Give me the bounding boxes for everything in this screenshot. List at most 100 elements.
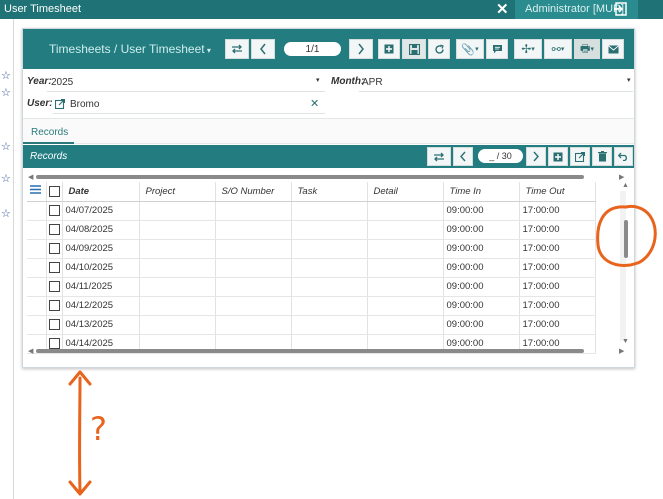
select-all-checkbox[interactable] — [48, 185, 60, 197]
cell-detail[interactable] — [367, 201, 444, 221]
table-row[interactable]: 04/11/2025 09:00:00 17:00:00 — [27, 277, 596, 297]
cell-task[interactable] — [291, 277, 368, 297]
cell-time-out[interactable]: 17:00:00 — [519, 239, 596, 259]
records-prev-button[interactable] — [453, 147, 473, 166]
row-select-cell[interactable] — [46, 277, 63, 297]
cell-date[interactable]: 04/07/2025 — [62, 201, 140, 221]
row-select-cell[interactable] — [46, 201, 63, 221]
cell-task[interactable] — [291, 201, 368, 221]
row-checkbox[interactable] — [48, 299, 60, 311]
clear-icon[interactable]: ✕ — [310, 97, 319, 110]
select-all-cell[interactable] — [46, 182, 63, 202]
star-icon[interactable]: ☆ — [1, 140, 11, 153]
column-header-task[interactable]: Task — [291, 182, 368, 202]
row-checkbox[interactable] — [48, 261, 60, 273]
cell-project[interactable] — [139, 258, 216, 278]
cell-date[interactable]: 04/08/2025 — [62, 220, 140, 240]
cell-time-out[interactable]: 17:00:00 — [519, 277, 596, 297]
cell-time-in[interactable]: 09:00:00 — [443, 296, 520, 316]
column-header-so-number[interactable]: S/O Number — [215, 182, 292, 202]
save-button[interactable] — [402, 39, 426, 59]
cell-time-out[interactable]: 17:00:00 — [519, 201, 596, 221]
new-button[interactable] — [378, 39, 400, 59]
cell-task[interactable] — [291, 296, 368, 316]
link-button[interactable]: ⚯ ▾ — [544, 39, 572, 59]
cell-date[interactable]: 04/10/2025 — [62, 258, 140, 278]
logout-icon[interactable] — [613, 1, 629, 17]
scroll-right-icon[interactable]: ▶ — [619, 173, 624, 181]
switch-view-button[interactable] — [225, 39, 249, 59]
year-select[interactable]: 2025 — [51, 77, 73, 88]
cell-detail[interactable] — [367, 277, 444, 297]
cell-project[interactable] — [139, 296, 216, 316]
scroll-right-icon[interactable]: ▶ — [619, 347, 624, 355]
open-link-icon[interactable] — [55, 99, 65, 109]
cell-date[interactable]: 04/09/2025 — [62, 239, 140, 259]
row-checkbox[interactable] — [48, 242, 60, 254]
cell-project[interactable] — [139, 239, 216, 259]
table-row[interactable]: 04/10/2025 09:00:00 17:00:00 — [27, 258, 596, 278]
cell-so-number[interactable] — [215, 239, 292, 259]
column-header-detail[interactable]: Detail — [367, 182, 444, 202]
cell-time-in[interactable]: 09:00:00 — [443, 220, 520, 240]
chevron-down-icon[interactable]: ▾ — [316, 76, 320, 84]
row-checkbox[interactable] — [48, 318, 60, 330]
cell-date[interactable]: 04/12/2025 — [62, 296, 140, 316]
breadcrumb[interactable]: Timesheets / User Timesheet ▾ — [49, 42, 211, 56]
next-record-button[interactable] — [349, 39, 373, 59]
row-select-cell[interactable] — [46, 220, 63, 240]
row-select-cell[interactable] — [46, 315, 63, 335]
row-select-cell[interactable] — [46, 258, 63, 278]
scroll-left-icon[interactable]: ◀ — [28, 347, 33, 355]
table-row[interactable]: 04/12/2025 09:00:00 17:00:00 — [27, 296, 596, 316]
vertical-scrollbar-track[interactable] — [620, 191, 626, 341]
refresh-button[interactable] — [428, 39, 450, 59]
row-checkbox[interactable] — [48, 223, 60, 235]
star-icon[interactable]: ☆ — [1, 69, 11, 82]
cell-so-number[interactable] — [215, 315, 292, 335]
column-header-time-in[interactable]: Time In — [443, 182, 520, 202]
cell-task[interactable] — [291, 239, 368, 259]
row-select-cell[interactable] — [46, 239, 63, 259]
cell-time-in[interactable]: 09:00:00 — [443, 277, 520, 297]
cell-time-out[interactable]: 17:00:00 — [519, 315, 596, 335]
attachment-button[interactable]: 📎 ▾ — [456, 39, 484, 59]
print-button[interactable]: 🖶 ▾ — [574, 39, 600, 59]
cell-project[interactable] — [139, 315, 216, 335]
star-icon[interactable]: ☆ — [1, 172, 11, 185]
row-checkbox[interactable] — [48, 337, 60, 349]
email-button[interactable] — [602, 39, 624, 59]
user-field[interactable]: Bromo — [70, 99, 99, 110]
cell-so-number[interactable] — [215, 296, 292, 316]
cell-time-out[interactable]: 17:00:00 — [519, 220, 596, 240]
scroll-left-icon[interactable]: ◀ — [28, 173, 33, 181]
cell-time-in[interactable]: 09:00:00 — [443, 201, 520, 221]
table-row[interactable]: 04/13/2025 09:00:00 17:00:00 — [27, 315, 596, 335]
scroll-up-icon[interactable]: ▲ — [622, 182, 629, 189]
process-button[interactable]: ✢ ▾ — [514, 39, 542, 59]
cell-detail[interactable] — [367, 315, 444, 335]
cell-detail[interactable] — [367, 296, 444, 316]
records-open-button[interactable] — [570, 147, 590, 166]
table-row[interactable]: 04/07/2025 09:00:00 17:00:00 — [27, 201, 596, 221]
cell-so-number[interactable] — [215, 220, 292, 240]
cell-time-out[interactable]: 17:00:00 — [519, 296, 596, 316]
records-next-button[interactable] — [526, 147, 546, 166]
column-header-date[interactable]: Date — [62, 182, 140, 202]
cell-detail[interactable] — [367, 258, 444, 278]
column-header-project[interactable]: Project — [139, 182, 216, 202]
cell-detail[interactable] — [367, 220, 444, 240]
records-switch-button[interactable] — [427, 147, 451, 166]
user-badge[interactable]: Administrator [MUR] — [525, 3, 624, 15]
column-header-time-out[interactable]: Time Out — [519, 182, 596, 202]
cell-date[interactable]: 04/13/2025 — [62, 315, 140, 335]
cell-task[interactable] — [291, 258, 368, 278]
row-checkbox[interactable] — [48, 280, 60, 292]
scroll-down-icon[interactable]: ▼ — [622, 338, 629, 345]
cell-date[interactable]: 04/11/2025 — [62, 277, 140, 297]
column-menu-cell[interactable] — [27, 182, 47, 202]
chat-button[interactable] — [486, 39, 508, 59]
records-undo-button[interactable] — [614, 147, 633, 166]
cell-project[interactable] — [139, 220, 216, 240]
record-pager[interactable]: 1/1 — [284, 42, 341, 56]
